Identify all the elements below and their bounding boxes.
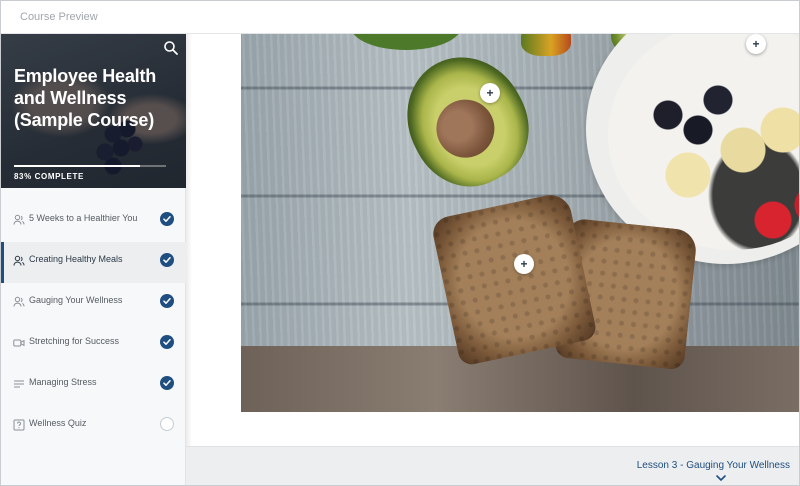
- course-sidebar: Employee Health and Wellness (Sample Cou…: [1, 34, 186, 485]
- interactive-image: + + +: [241, 34, 799, 412]
- progress-label: 83% COMPLETE: [14, 172, 84, 181]
- lesson-label: Managing Stress: [29, 377, 97, 387]
- next-lesson-bar[interactable]: Lesson 3 - Gauging Your Wellness: [186, 446, 799, 485]
- check-icon: [160, 335, 174, 349]
- hotspot-marker-bread[interactable]: +: [514, 254, 534, 274]
- lesson-item[interactable]: 5 Weeks to a Healthier You: [1, 201, 186, 242]
- check-icon: [160, 253, 174, 267]
- lesson-item[interactable]: Wellness Quiz: [1, 406, 186, 447]
- course-title: Employee Health and Wellness (Sample Cou…: [14, 66, 157, 130]
- course-preview-window: Course Preview Employee Health and Welln…: [0, 0, 800, 486]
- hotspot-marker-avocado[interactable]: +: [480, 83, 500, 103]
- text-lines-icon: [14, 380, 24, 388]
- people-icon: [13, 255, 25, 266]
- lesson-item[interactable]: Managing Stress: [1, 365, 186, 406]
- lesson-label: Wellness Quiz: [29, 418, 87, 428]
- search-icon[interactable]: [163, 40, 179, 56]
- lesson-content: + + + Lesson 3 - Gauging Your Wellness: [186, 34, 799, 485]
- lesson-label: Creating Healthy Meals: [29, 254, 123, 264]
- people-icon: [13, 214, 25, 225]
- lesson-item-active[interactable]: Creating Healthy Meals: [1, 242, 186, 283]
- lesson-list: 5 Weeks to a Healthier You Creating Heal…: [1, 201, 186, 447]
- people-icon: [13, 296, 25, 307]
- check-icon: [160, 212, 174, 226]
- quiz-icon: [13, 419, 25, 431]
- chevron-down-icon[interactable]: [715, 474, 727, 482]
- progress-fill: [14, 165, 141, 167]
- lesson-label: Stretching for Success: [29, 336, 120, 346]
- check-icon: [160, 376, 174, 390]
- next-lesson-link[interactable]: Lesson 3 - Gauging Your Wellness: [637, 460, 790, 471]
- check-icon: [160, 294, 174, 308]
- window-title: Course Preview: [20, 11, 98, 23]
- hotspot-marker-bowl[interactable]: +: [746, 34, 766, 54]
- lesson-item[interactable]: Stretching for Success: [1, 324, 186, 365]
- incomplete-status-icon: [160, 417, 174, 431]
- video-icon: [13, 339, 25, 347]
- lesson-label: 5 Weeks to a Healthier You: [29, 213, 138, 223]
- pepper-image: [521, 34, 571, 56]
- lesson-label: Gauging Your Wellness: [29, 295, 123, 305]
- course-hero: Employee Health and Wellness (Sample Cou…: [1, 34, 186, 188]
- progress-bar: [14, 165, 166, 167]
- lesson-item[interactable]: Gauging Your Wellness: [1, 283, 186, 324]
- top-bar: Course Preview: [1, 1, 799, 34]
